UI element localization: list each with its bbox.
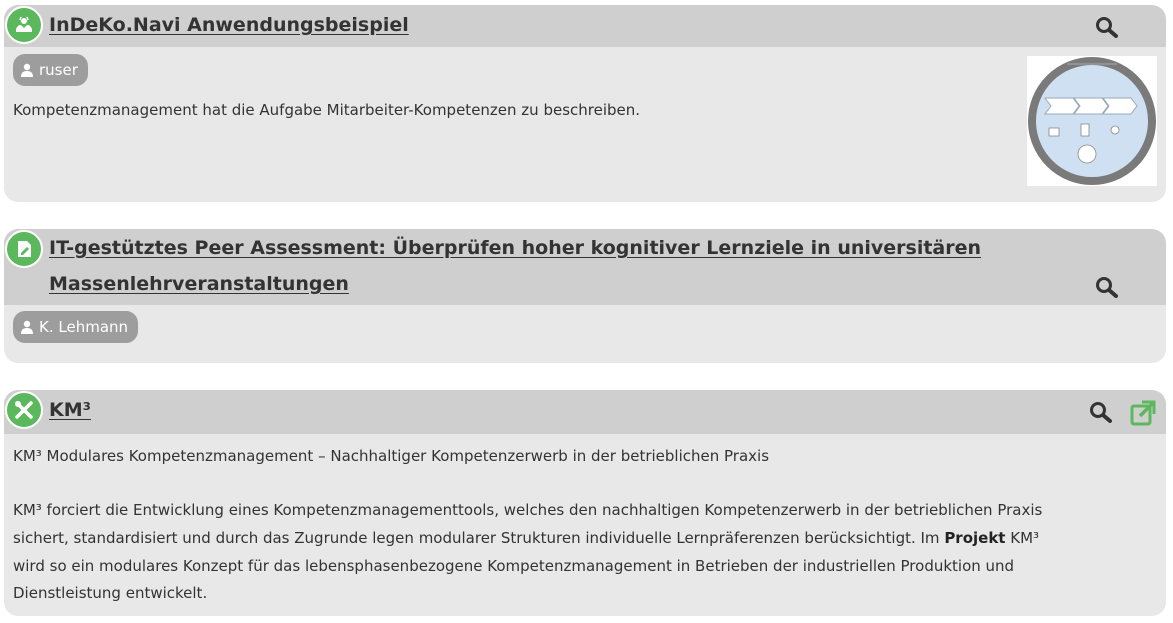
card-header: IT-gestütztes Peer Assessment: Überprüfe… <box>4 229 1166 305</box>
project-summary: KM³ Modulares Kompetenzmanagement – Nach… <box>13 447 770 465</box>
search-icon[interactable] <box>1089 401 1113 427</box>
result-card: IT-gestütztes Peer Assessment: Überprüfe… <box>4 229 1166 363</box>
result-card: KM³ KM³ Modulares Kompetenzmanagement – … <box>4 390 1166 616</box>
card-header: InDeKo.Navi Anwendungsbeispiel <box>4 5 1166 47</box>
hands-icon <box>5 6 43 44</box>
card-description: Kompetenzmanagement hat die Aufgabe Mita… <box>13 101 641 119</box>
project-body-line: KM³ forciert die Entwicklung eines Kompe… <box>13 501 1043 519</box>
user-icon <box>21 320 33 334</box>
document-edit-icon <box>5 230 43 268</box>
author-badge[interactable]: ruser <box>13 54 88 86</box>
tools-icon <box>5 391 43 429</box>
card-title[interactable]: KM³ <box>49 399 91 421</box>
author-badge[interactable]: K. Lehmann <box>13 311 139 343</box>
project-body-line: sichert, standardisiert und durch das Zu… <box>13 525 1039 552</box>
project-body-line: wird so ein modulares Konzept für das le… <box>13 557 1015 575</box>
body-text-bold: Projekt <box>944 529 1006 547</box>
search-icon[interactable] <box>1095 276 1119 302</box>
card-title-line-2[interactable]: Massenlehrveranstaltungen <box>49 273 349 295</box>
external-link-icon[interactable] <box>1130 400 1156 430</box>
thumbnail-image[interactable] <box>1027 56 1157 186</box>
body-text: KM³ <box>1005 529 1040 547</box>
card-title-line-1[interactable]: IT-gestütztes Peer Assessment: Überprüfe… <box>49 237 981 259</box>
project-body-line: Dienstleistung entwickelt. <box>13 584 208 602</box>
body-text: sichert, standardisiert und durch das Zu… <box>13 529 945 547</box>
author-name: K. Lehmann <box>39 318 129 336</box>
author-name: ruser <box>39 61 78 79</box>
search-icon[interactable] <box>1095 16 1119 42</box>
user-icon <box>21 63 33 77</box>
card-header: KM³ <box>4 390 1166 434</box>
card-title[interactable]: InDeKo.Navi Anwendungsbeispiel <box>49 14 409 36</box>
result-card: InDeKo.Navi Anwendungsbeispiel ruser Kom… <box>4 5 1166 202</box>
